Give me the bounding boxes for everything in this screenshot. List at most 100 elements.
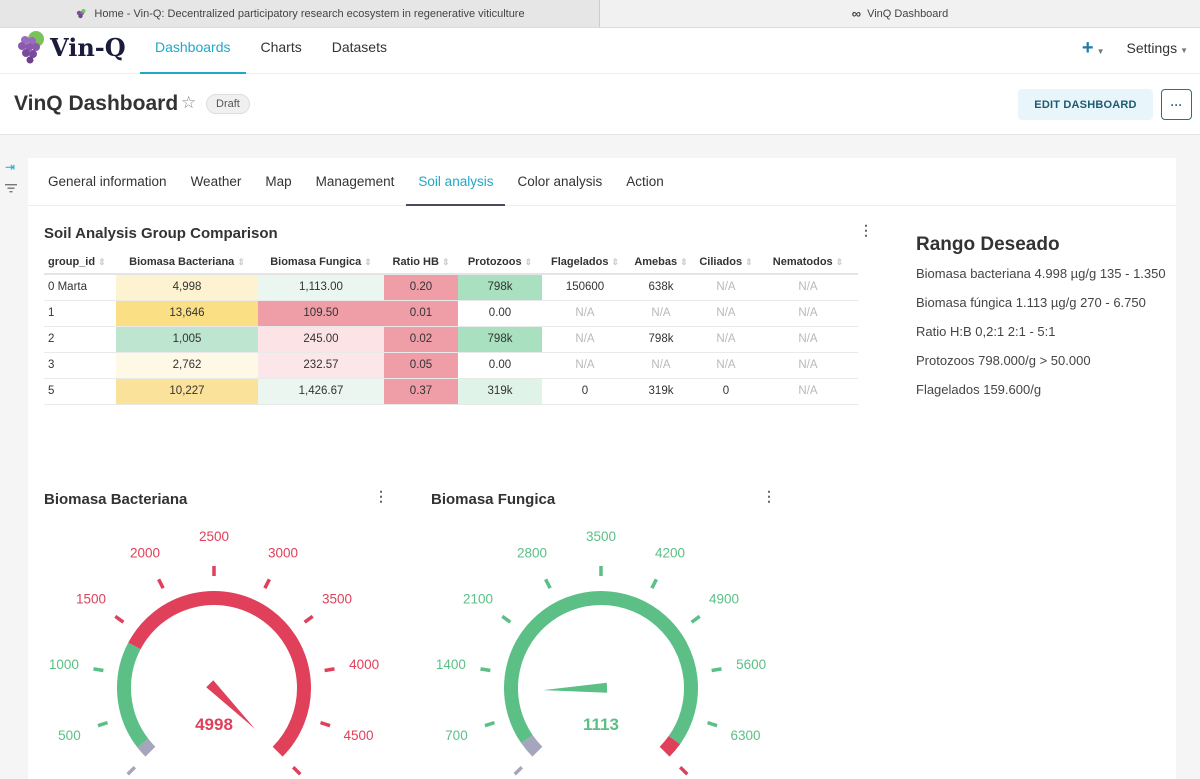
table-cell: 319k: [628, 378, 694, 405]
table-cell: 0.01: [384, 300, 458, 327]
gauge-tick-label: 1000: [49, 657, 79, 672]
gauge-tick-label: 6300: [731, 728, 761, 743]
column-header[interactable]: Biomasa Bacteriana ⇕: [116, 250, 258, 275]
sort-icon[interactable]: ⇕: [442, 257, 450, 267]
column-header[interactable]: Flagelados ⇕: [542, 250, 628, 275]
column-header[interactable]: Protozoos ⇕: [458, 250, 542, 275]
table-cell: 13,646: [116, 300, 258, 327]
column-header-label: Flagelados: [550, 255, 609, 268]
table-cell: N/A: [694, 352, 758, 379]
gauge-tick: [484, 720, 496, 728]
table-row: 3 2,762 232.57 0.05 0.00 N/A N/A N/A N/A: [44, 352, 858, 379]
sort-icon[interactable]: ⇕: [98, 257, 106, 267]
nav-dashboards[interactable]: Dashboards: [140, 28, 246, 74]
plus-icon: +: [1081, 36, 1094, 59]
gauge-tick: [157, 578, 165, 590]
table-chart-menu-icon[interactable]: ⋮: [859, 223, 873, 237]
sort-icon[interactable]: ⇕: [680, 257, 688, 267]
gauge-tick-label: 4900: [709, 592, 739, 607]
dashboard-header: VinQ Dashboard ☆ Draft EDIT DASHBOARD ··…: [0, 74, 1200, 134]
gauge-tick-label: 500: [58, 728, 81, 743]
nav-charts[interactable]: Charts: [246, 28, 317, 74]
table-cell: N/A: [758, 300, 858, 327]
gauge-band-gray: [521, 734, 543, 757]
column-header[interactable]: Amebas ⇕: [628, 250, 694, 275]
tab-map[interactable]: Map: [253, 158, 303, 206]
table-cell: 0: [694, 378, 758, 405]
new-menu-button[interactable]: + ▼: [1082, 37, 1105, 60]
gauge-tick-label: 4000: [349, 657, 379, 672]
sort-icon[interactable]: ⇕: [836, 257, 844, 267]
expand-sidebar-icon[interactable]: ⇥: [5, 160, 17, 174]
table-cell: 0: [542, 378, 628, 405]
settings-menu[interactable]: Settings ▼: [1126, 40, 1188, 56]
rango-line-flagelados: Flagelados 159.600/g: [916, 382, 1042, 397]
gauge-tick: [544, 578, 552, 590]
gauge-fungica-menu-icon[interactable]: ⋮: [762, 489, 776, 503]
gauge-bacteriana-menu-icon[interactable]: ⋮: [374, 489, 388, 503]
column-header-label: Ciliados: [699, 255, 743, 268]
star-icon[interactable]: ☆: [181, 93, 196, 113]
table-cell: 2,762: [116, 352, 258, 379]
table-cell: 109.50: [258, 300, 384, 327]
logo[interactable]: Vin-Q: [16, 30, 126, 64]
table-cell: N/A: [758, 378, 858, 405]
sort-icon[interactable]: ⇕: [525, 257, 533, 267]
sort-icon[interactable]: ⇕: [745, 257, 753, 267]
gauge-tick: [319, 720, 331, 728]
column-header[interactable]: Nematodos ⇕: [758, 250, 858, 275]
tab-weather[interactable]: Weather: [179, 158, 254, 206]
gauge-tick-label: 2000: [130, 546, 160, 561]
browser-tab-label: Home - Vin-Q: Decentralized participator…: [94, 7, 525, 20]
table-cell: N/A: [758, 274, 858, 301]
caret-down-icon: ▼: [1096, 46, 1105, 56]
browser-tab-home[interactable]: Home - Vin-Q: Decentralized participator…: [0, 0, 600, 27]
column-header[interactable]: Ratio HB ⇕: [384, 250, 458, 275]
sort-icon[interactable]: ⇕: [237, 257, 245, 267]
gauge-tick: [501, 614, 512, 624]
gauge-tick: [114, 614, 125, 624]
nav-datasets[interactable]: Datasets: [317, 28, 402, 74]
table-cell: N/A: [694, 300, 758, 327]
column-header[interactable]: group_id ⇕: [44, 250, 116, 275]
tab-action[interactable]: Action: [614, 158, 676, 206]
more-options-button[interactable]: ···: [1161, 89, 1192, 120]
gauge-tick-label: 2500: [199, 529, 229, 544]
tab-management[interactable]: Management: [304, 158, 407, 206]
table-cell: 0 Marta: [44, 274, 116, 301]
table-cell: 232.57: [258, 352, 384, 379]
page-title: VinQ Dashboard: [14, 92, 179, 115]
sort-icon[interactable]: ⇕: [364, 257, 372, 267]
caret-down-icon: ▼: [1180, 46, 1188, 55]
tab-general-information[interactable]: General information: [36, 158, 179, 206]
table-cell: 245.00: [258, 326, 384, 353]
dashboard-tabs: General information Weather Map Manageme…: [28, 158, 1176, 206]
rango-line-fungica: Biomasa fúngica 1.113 µg/g 270 - 6.750: [916, 295, 1146, 310]
table-cell: N/A: [694, 274, 758, 301]
table-cell: 5: [44, 378, 116, 405]
gauge-tick-label: 4200: [655, 546, 685, 561]
table-cell: 798k: [458, 326, 542, 353]
table-cell: 798k: [628, 326, 694, 353]
browser-tab-label: VinQ Dashboard: [867, 7, 949, 20]
browser-tab-dashboard[interactable]: ∞ VinQ Dashboard: [600, 0, 1200, 27]
gauge-tick-label: 5600: [736, 657, 766, 672]
tab-color-analysis[interactable]: Color analysis: [505, 158, 614, 206]
filter-icon[interactable]: [5, 182, 17, 196]
gauge-tick-label: 1500: [76, 592, 106, 607]
gauge-tick: [480, 667, 491, 673]
table-cell: 4,998: [116, 274, 258, 301]
gauge-tick-label: 3500: [322, 592, 352, 607]
column-header-label: Nematodos: [772, 255, 833, 268]
column-header[interactable]: Ciliados ⇕: [694, 250, 758, 275]
settings-label: Settings: [1126, 40, 1178, 56]
top-navbar: Vin-Q Dashboards Charts Datasets + ▼ Sett…: [0, 28, 1200, 74]
tab-soil-analysis[interactable]: Soil analysis: [406, 158, 506, 206]
edit-dashboard-button[interactable]: EDIT DASHBOARD: [1018, 89, 1153, 120]
column-header[interactable]: Biomasa Fungica ⇕: [258, 250, 384, 275]
table-body: 0 Marta 4,998 1,113.00 0.20 798k 150600 638k N/…: [44, 274, 858, 405]
gauge-tick: [690, 614, 701, 624]
gauge-tick-label: 2100: [463, 592, 493, 607]
table-cell: 798k: [458, 274, 542, 301]
sort-icon[interactable]: ⇕: [611, 257, 619, 267]
